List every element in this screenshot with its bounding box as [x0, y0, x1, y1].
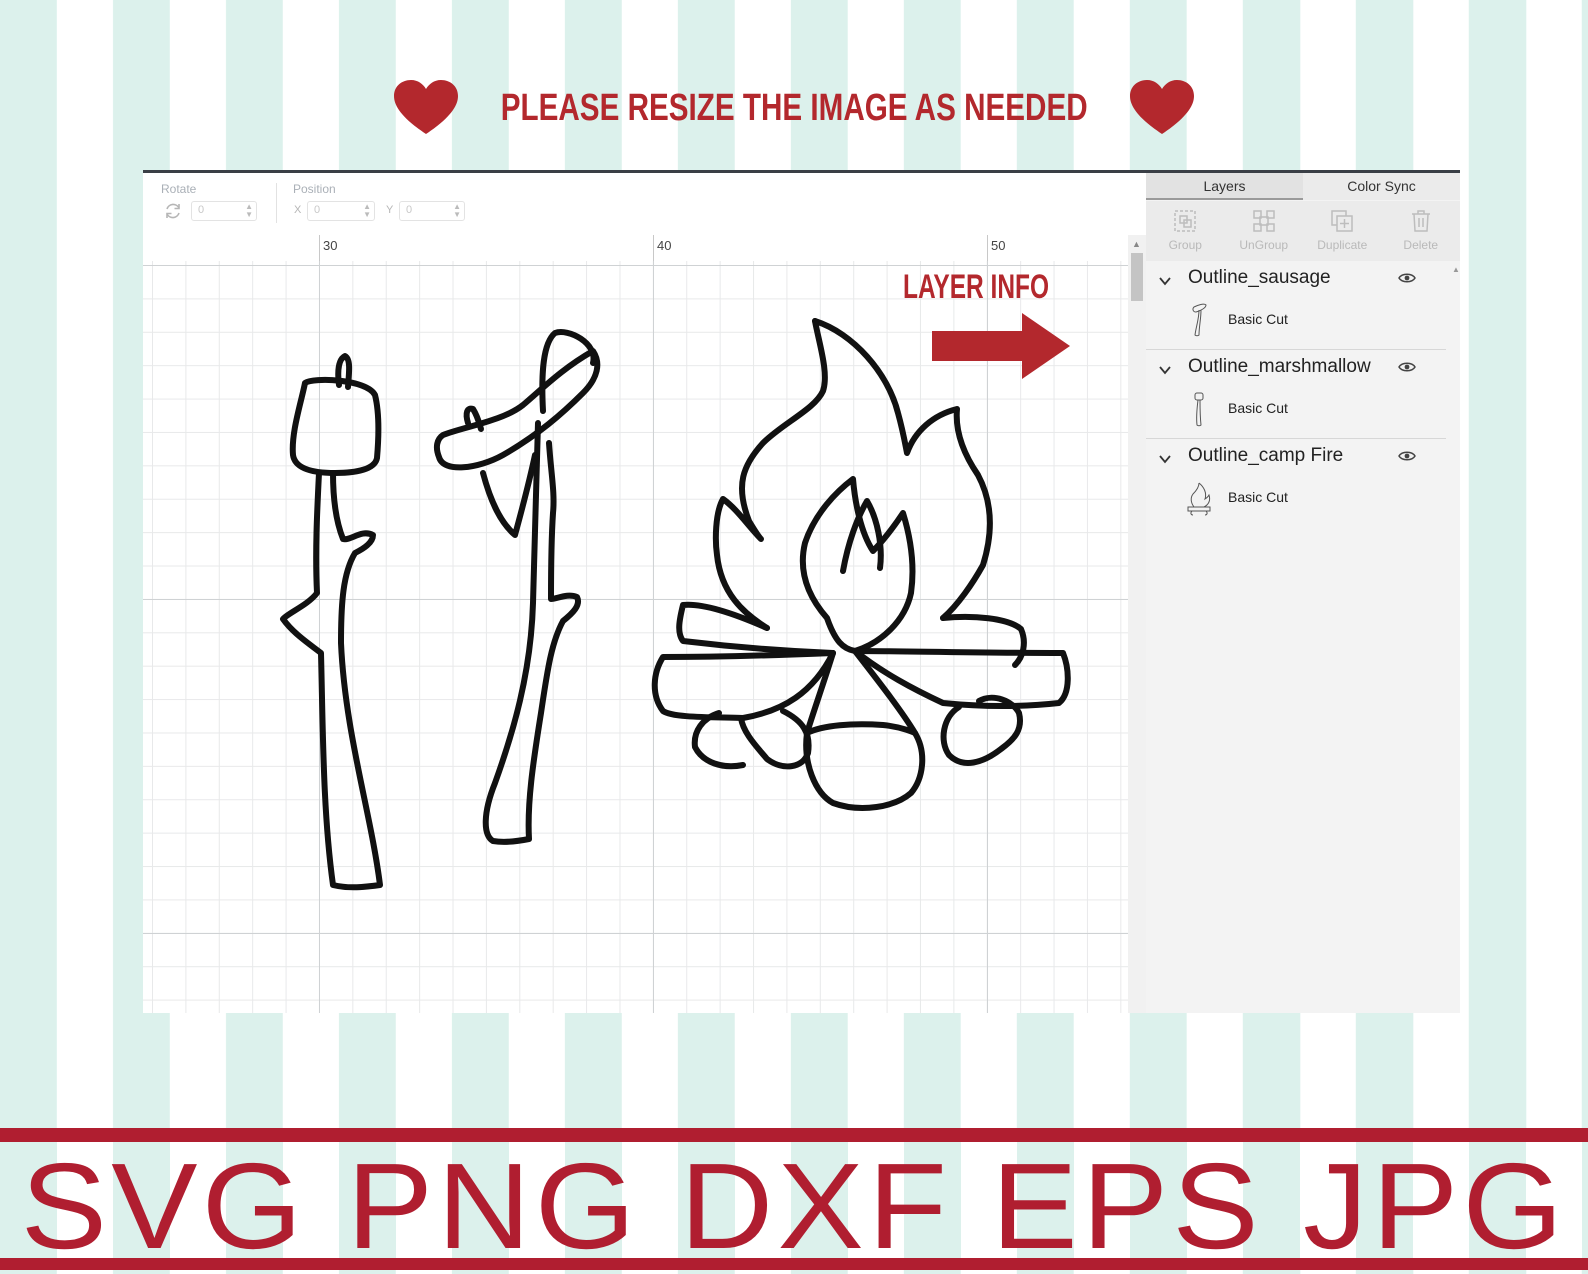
horizontal-ruler: 30 40 50 — [143, 235, 1128, 262]
x-position-input[interactable]: 0 ▲ ▼ — [307, 201, 375, 221]
layer-name[interactable]: Outline_marshmallow — [1188, 356, 1371, 378]
layers-panel: Layers Color Sync Group UnGroup Duplicat… — [1146, 173, 1460, 1013]
file-formats-band: SVG PNG DXF EPS JPG — [0, 1128, 1588, 1270]
heart-icon — [393, 80, 458, 134]
rotate-icon[interactable] — [163, 201, 183, 221]
chevron-down-icon[interactable] — [1158, 363, 1172, 377]
layer-name[interactable]: Outline_sausage — [1188, 267, 1331, 289]
operation-label: Basic Cut — [1228, 489, 1288, 505]
group-icon — [1174, 210, 1196, 232]
resize-banner-text: PLEASE RESIZE THE IMAGE AS NEEDED — [500, 86, 1088, 129]
eye-visibility-icon[interactable] — [1398, 271, 1416, 285]
operation-label: Basic Cut — [1228, 400, 1288, 416]
trash-icon — [1411, 210, 1430, 232]
design-space-window: Rotate 0 ▲ ▼ Position X 0 ▲ ▼ Y 0 ▲ ▼ 30 40… — [143, 170, 1460, 1013]
heart-icon — [1130, 80, 1195, 134]
x-position-value: 0 — [314, 204, 321, 216]
scrollbar-thumb[interactable] — [1131, 253, 1143, 301]
layer-actions-bar: Group UnGroup Duplicate Delete — [1146, 201, 1460, 261]
marshmallow-stick-thumbnail — [1194, 392, 1204, 427]
layer-group-campfire[interactable]: Outline_camp Fire Basic Cut — [1146, 439, 1446, 527]
ungroup-label: UnGroup — [1239, 238, 1289, 252]
ungroup-icon — [1253, 210, 1275, 232]
x-label: X — [294, 204, 302, 216]
chevron-down-icon[interactable] — [1158, 274, 1172, 288]
ruler-tick — [319, 235, 320, 261]
y-position-value: 0 — [406, 204, 413, 216]
canvas-scrollbar[interactable]: ▲ — [1128, 235, 1146, 1013]
panel-tabs: Layers Color Sync — [1146, 173, 1460, 200]
sausage-stick-thumbnail — [1192, 303, 1207, 337]
file-formats-stripe: SVG PNG DXF EPS JPG — [0, 1142, 1588, 1270]
y-position-stepper[interactable]: ▲ ▼ — [453, 203, 461, 219]
ruler-tick — [653, 235, 654, 261]
layer-group-sausage[interactable]: Outline_sausage Basic Cut — [1146, 261, 1446, 350]
group-label: Group — [1168, 238, 1202, 252]
duplicate-label: Duplicate — [1317, 238, 1368, 252]
layers-list: Outline_sausage Basic Cut Outline_marshm… — [1146, 261, 1446, 527]
layer-group-marshmallow[interactable]: Outline_marshmallow Basic Cut — [1146, 350, 1446, 439]
duplicate-icon — [1331, 210, 1353, 232]
group-button[interactable]: Group — [1146, 201, 1225, 261]
delete-button[interactable]: Delete — [1382, 201, 1461, 261]
file-formats-text: SVG PNG DXF EPS JPG — [20, 1138, 1568, 1274]
ruler-mark: 40 — [657, 238, 672, 253]
x-position-stepper[interactable]: ▲ ▼ — [363, 203, 371, 219]
duplicate-button[interactable]: Duplicate — [1303, 201, 1382, 261]
eye-visibility-icon[interactable] — [1398, 360, 1416, 374]
layer-name[interactable]: Outline_camp Fire — [1188, 445, 1343, 467]
file-formats-bottom-bar — [0, 1258, 1588, 1270]
tab-layers[interactable]: Layers — [1146, 173, 1303, 200]
ruler-mark: 50 — [991, 238, 1006, 253]
rotate-stepper[interactable]: ▲ ▼ — [245, 203, 253, 219]
edit-toolbar: Rotate 0 ▲ ▼ Position X 0 ▲ ▼ Y 0 ▲ ▼ — [143, 173, 1161, 236]
rotate-value: 0 — [198, 204, 205, 216]
delete-label: Delete — [1403, 238, 1439, 252]
panel-scroll-arrow-icon[interactable]: ▲ — [1452, 265, 1460, 274]
scroll-up-arrow-icon[interactable]: ▲ — [1132, 239, 1141, 249]
arrow-right-icon — [932, 313, 1070, 379]
operation-label: Basic Cut — [1228, 311, 1288, 327]
y-label: Y — [386, 204, 394, 216]
rotate-input[interactable]: 0 ▲ ▼ — [191, 201, 257, 221]
position-label: Position — [293, 182, 336, 196]
resize-banner: PLEASE RESIZE THE IMAGE AS NEEDED — [0, 78, 1588, 138]
toolbar-divider — [276, 183, 277, 223]
ruler-tick — [987, 235, 988, 261]
eye-visibility-icon[interactable] — [1398, 449, 1416, 463]
ruler-mark: 30 — [323, 238, 338, 253]
campfire-thumbnail — [1187, 482, 1211, 516]
tab-color-sync[interactable]: Color Sync — [1303, 173, 1460, 200]
chevron-down-icon[interactable] — [1158, 452, 1172, 466]
layer-info-callout: LAYER INFO — [903, 268, 1050, 306]
ungroup-button[interactable]: UnGroup — [1225, 201, 1304, 261]
rotate-label: Rotate — [161, 182, 197, 196]
y-position-input[interactable]: 0 ▲ ▼ — [399, 201, 465, 221]
